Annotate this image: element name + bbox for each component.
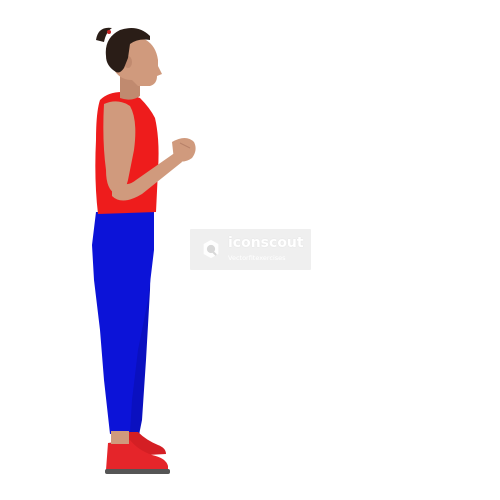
front-shoe-sole [105,469,170,474]
illustration-canvas: iconscout Vectorfitexercises [0,0,500,500]
watermark-brand: iconscout [228,235,304,251]
fist [172,138,196,162]
watermark: iconscout Vectorfitexercises [190,229,311,270]
watermark-author: Vectorfitexercises [228,254,286,262]
ankle [111,431,129,444]
iconscout-logo-icon [203,239,219,259]
